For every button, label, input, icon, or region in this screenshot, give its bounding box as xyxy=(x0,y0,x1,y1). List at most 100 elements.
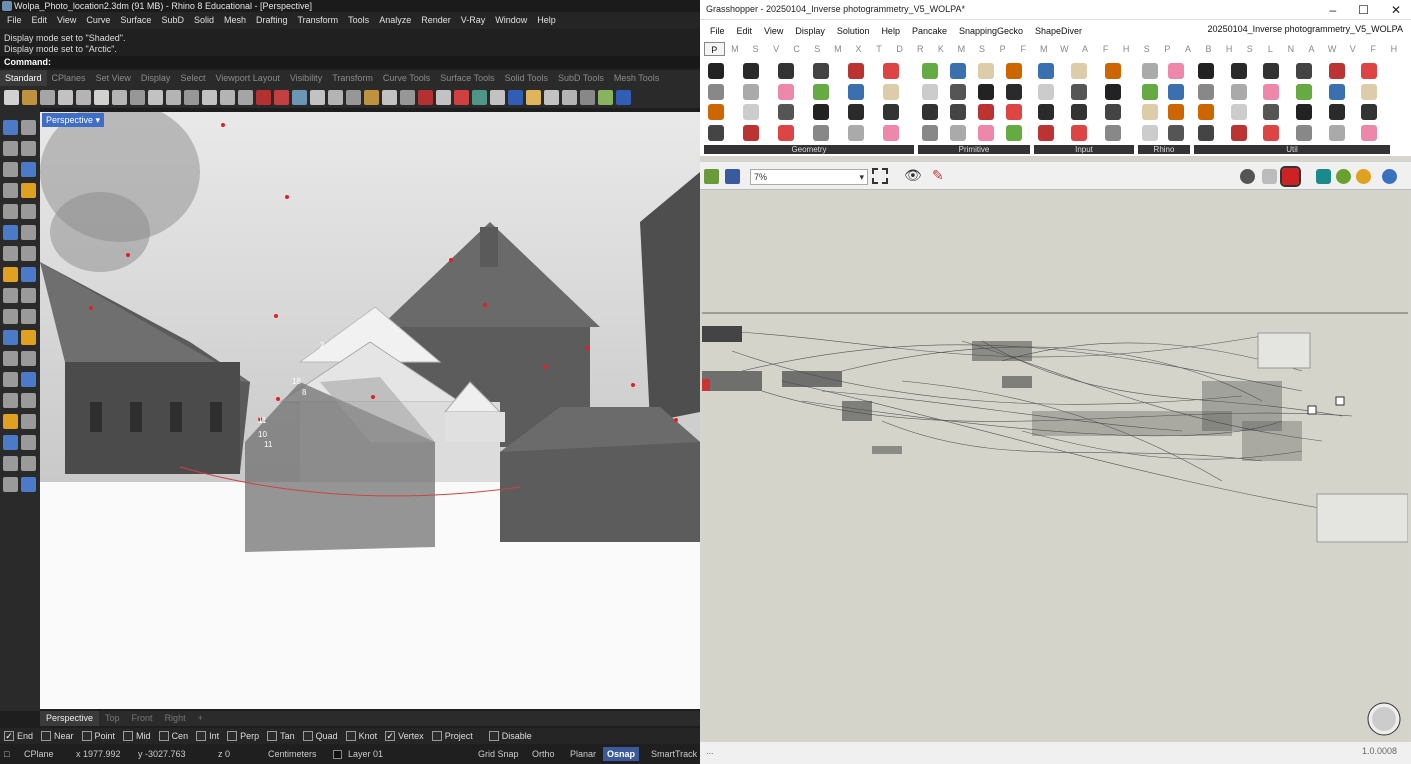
component-icon[interactable] xyxy=(708,83,724,100)
component-icon[interactable] xyxy=(1198,124,1214,141)
component-icon[interactable] xyxy=(708,124,724,141)
tab-visibility[interactable]: Visibility xyxy=(285,70,327,86)
component-icon[interactable] xyxy=(743,63,759,79)
component-icon[interactable] xyxy=(778,124,794,141)
component-icon[interactable] xyxy=(743,104,759,120)
checkbox[interactable] xyxy=(41,731,52,741)
preview-mode-icon[interactable] xyxy=(1240,169,1255,184)
component-icon[interactable] xyxy=(1230,124,1247,141)
circle-icon[interactable] xyxy=(3,162,18,177)
osnap-cen[interactable]: Cen xyxy=(158,731,188,741)
sphere-icon[interactable] xyxy=(508,89,523,105)
block-icon[interactable] xyxy=(21,435,36,450)
chevron-down-icon[interactable]: ▾ xyxy=(96,115,101,125)
component-icon[interactable] xyxy=(1006,104,1022,120)
tab-viewport-layout[interactable]: Viewport Layout xyxy=(210,70,284,86)
mirror-icon[interactable] xyxy=(3,393,18,408)
checkbox[interactable] xyxy=(227,731,238,741)
category-tab[interactable]: N xyxy=(1281,42,1302,56)
wire-icon[interactable] xyxy=(310,89,325,105)
globe-icon[interactable] xyxy=(598,89,613,105)
component-icon[interactable] xyxy=(708,104,724,120)
menu-window[interactable]: Window xyxy=(490,12,532,29)
component-icon[interactable] xyxy=(743,124,759,141)
component-icon[interactable] xyxy=(813,63,829,79)
check-icon[interactable] xyxy=(21,456,36,471)
component-icon[interactable] xyxy=(743,83,759,100)
osnap-int[interactable]: Int xyxy=(196,731,219,741)
component-icon[interactable] xyxy=(708,63,724,79)
help-icon[interactable] xyxy=(616,89,631,105)
category-tab[interactable]: A xyxy=(1075,42,1096,56)
category-tab[interactable]: H xyxy=(1116,42,1137,56)
osnap-mid[interactable]: Mid xyxy=(123,731,151,741)
component-icon[interactable] xyxy=(1361,104,1378,120)
category-tab[interactable]: R xyxy=(910,42,931,56)
component-icon[interactable] xyxy=(1198,104,1214,120)
point-icon[interactable] xyxy=(364,89,379,105)
osnap-project[interactable]: Project xyxy=(431,731,473,741)
component-icon[interactable] xyxy=(1361,124,1378,141)
component-icon[interactable] xyxy=(1104,63,1121,79)
component-icon[interactable] xyxy=(1296,63,1312,79)
gh-menu-snappinggecko[interactable]: SnappingGecko xyxy=(953,20,1029,42)
menu-render[interactable]: Render xyxy=(416,12,456,29)
box-icon[interactable] xyxy=(3,246,18,261)
gh-menu-help[interactable]: Help xyxy=(875,20,906,42)
rotate-view-icon[interactable] xyxy=(184,89,199,105)
ghost-icon[interactable] xyxy=(580,89,595,105)
select-icon[interactable] xyxy=(436,89,451,105)
units-label[interactable]: Centimeters xyxy=(268,747,317,761)
tab-solid-tools[interactable]: Solid Tools xyxy=(500,70,553,86)
component-icon[interactable] xyxy=(1071,63,1088,79)
polygon-icon[interactable] xyxy=(21,183,36,198)
point-icon[interactable] xyxy=(21,120,36,135)
line-icon[interactable] xyxy=(3,141,18,156)
menu-tools[interactable]: Tools xyxy=(343,12,374,29)
tab-mesh-tools[interactable]: Mesh Tools xyxy=(609,70,664,86)
category-tab[interactable]: C xyxy=(786,42,807,56)
fillet-icon[interactable] xyxy=(3,288,18,303)
menu-mesh[interactable]: Mesh xyxy=(219,12,251,29)
component-icon[interactable] xyxy=(1006,63,1022,79)
arc-icon[interactable] xyxy=(21,162,36,177)
zoom-window-icon[interactable] xyxy=(220,89,235,105)
component-icon[interactable] xyxy=(1168,124,1184,141)
grasshopper-canvas[interactable] xyxy=(702,191,1409,742)
component-icon[interactable] xyxy=(950,83,966,100)
component-icon[interactable] xyxy=(1230,83,1247,100)
category-tab[interactable]: A xyxy=(1178,42,1199,56)
component-icon[interactable] xyxy=(1006,124,1022,141)
mesh-icon[interactable] xyxy=(21,267,36,282)
category-tab[interactable]: F xyxy=(1095,42,1116,56)
command-prompt[interactable]: Command: xyxy=(0,56,700,68)
ellipse-icon[interactable] xyxy=(3,204,18,219)
component-icon[interactable] xyxy=(1296,124,1312,141)
osnap-near[interactable]: Near xyxy=(41,731,74,741)
category-tab[interactable]: S xyxy=(972,42,993,56)
component-icon[interactable] xyxy=(950,63,966,79)
move-icon[interactable] xyxy=(3,351,18,366)
category-tab[interactable]: S xyxy=(1136,42,1157,56)
save-icon[interactable] xyxy=(40,89,55,105)
menu-subd[interactable]: SubD xyxy=(156,12,189,29)
component-icon[interactable] xyxy=(1296,83,1312,100)
group-label[interactable]: Primitive xyxy=(918,145,1030,154)
component-icon[interactable] xyxy=(1328,124,1345,141)
checkbox[interactable] xyxy=(488,731,499,741)
component-icon[interactable] xyxy=(978,63,994,79)
component-icon[interactable] xyxy=(1328,83,1345,100)
gh-menu-pancake[interactable]: Pancake xyxy=(906,20,953,42)
osnap-knot[interactable]: Knot xyxy=(345,731,377,741)
viewport-tab-front[interactable]: Front xyxy=(126,711,159,726)
component-icon[interactable] xyxy=(1006,83,1022,100)
environment-icon[interactable] xyxy=(490,89,505,105)
tab-select[interactable]: Select xyxy=(175,70,210,86)
checkbox[interactable] xyxy=(345,731,356,741)
polyline-icon[interactable] xyxy=(21,141,36,156)
component-icon[interactable] xyxy=(1168,104,1184,120)
gh-menu-solution[interactable]: Solution xyxy=(831,20,876,42)
component-icon[interactable] xyxy=(922,83,938,100)
menu-transform[interactable]: Transform xyxy=(293,12,344,29)
tab-subd-tools[interactable]: SubD Tools xyxy=(553,70,609,86)
